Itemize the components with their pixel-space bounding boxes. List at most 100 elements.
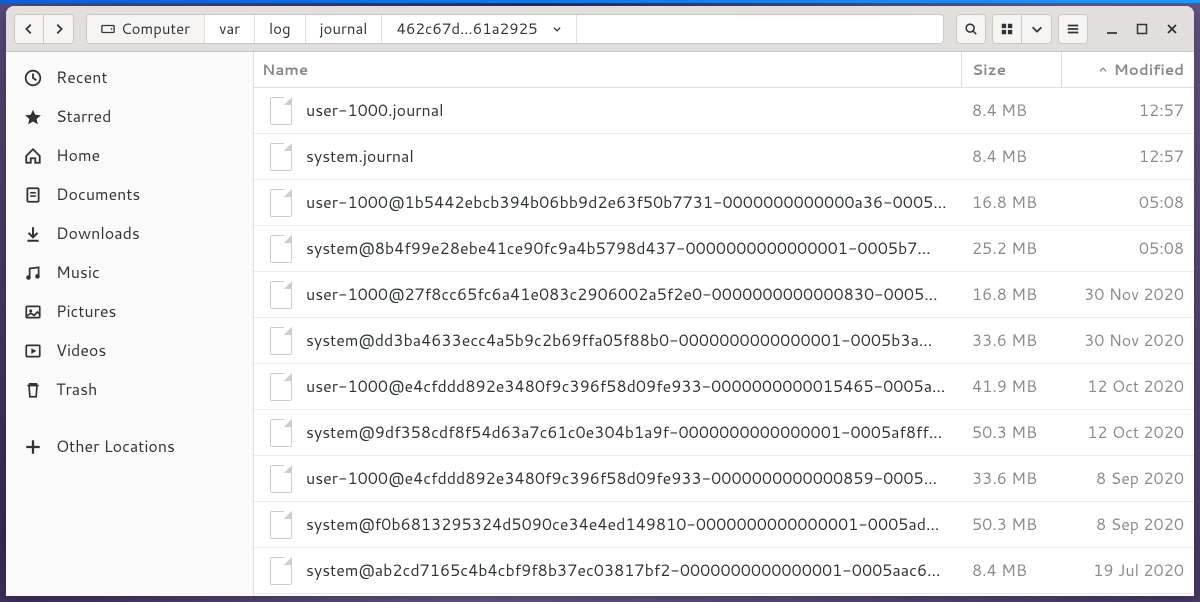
cell-modified: 12:57 [1062, 99, 1194, 122]
sidebar-item-starred[interactable]: Starred [6, 97, 253, 136]
search-button[interactable] [956, 14, 986, 44]
body: Recent Starred Home Documents Downloads Music… [6, 52, 1194, 596]
column-header-modified[interactable]: Modified [1062, 52, 1194, 87]
minimize-button[interactable] [1104, 21, 1120, 37]
table-row[interactable]: user-1000@e4cfddd892e3480f9c396f58d09fe9… [254, 364, 1194, 410]
table-row[interactable]: system@8b4f99e28ebe41ce90fc9a4b5798d437-… [254, 226, 1194, 272]
table-row[interactable]: system@dd3ba4633ecc4a5b9c2b69ffa05f88b0-… [254, 318, 1194, 364]
cell-name: user-1000@27f8cc65fc6a41e083c2906002a5f2… [254, 281, 962, 309]
view-grid-button[interactable] [992, 14, 1022, 44]
nav-buttons [14, 14, 74, 44]
chevron-right-icon [52, 22, 66, 36]
cell-size: 16.8 MB [962, 283, 1062, 306]
sidebar-item-documents[interactable]: Documents [6, 175, 253, 214]
cell-size: 50.3 MB [962, 421, 1062, 444]
table-row[interactable]: system.journal8.4 MB12:57 [254, 134, 1194, 180]
file-name: user-1000@1b5442ebcb394b06bb9d2e63f50b77… [306, 191, 947, 214]
cell-name: system@9df358cdf8f54d63a7c61c0e304b1a9f-… [254, 419, 962, 447]
cell-modified: 30 Nov 2020 [1062, 283, 1194, 306]
titlebar: Computer var log journal 462c67d…61a2925 [6, 6, 1194, 52]
file-name: system@9df358cdf8f54d63a7c61c0e304b1a9f-… [306, 421, 942, 444]
file-name: user-1000.journal [306, 99, 443, 122]
sidebar-item-videos[interactable]: Videos [6, 331, 253, 370]
cell-size: 33.6 MB [962, 467, 1062, 490]
path-seg-var[interactable]: var [205, 15, 255, 43]
file-icon [270, 281, 292, 309]
cell-modified: 8 Sep 2020 [1062, 513, 1194, 536]
cell-size: 33.6 MB [962, 329, 1062, 352]
clock-icon [24, 69, 42, 87]
file-icon [270, 511, 292, 539]
close-icon [1166, 23, 1178, 35]
cell-modified: 30 Nov 2020 [1062, 329, 1194, 352]
sidebar-item-label: Documents [56, 183, 140, 206]
path-root-label: Computer [121, 18, 190, 39]
file-name: system@f0b6813295324d5090ce34e4ed149810-… [306, 513, 939, 536]
sidebar-item-label: Starred [56, 105, 111, 128]
sidebar-item-music[interactable]: Music [6, 253, 253, 292]
sidebar-item-label: Videos [56, 339, 106, 362]
downloads-icon [24, 225, 42, 243]
cell-size: 8.4 MB [962, 99, 1062, 122]
chevron-down-icon [1030, 22, 1044, 36]
file-icon [270, 235, 292, 263]
path-seg-current[interactable]: 462c67d…61a2925 [382, 15, 576, 43]
hamburger-menu-button[interactable] [1058, 14, 1088, 44]
column-header-name[interactable]: Name [254, 52, 962, 87]
cell-size: 41.9 MB [962, 375, 1062, 398]
sidebar-item-label: Music [56, 261, 100, 284]
path-root[interactable]: Computer [87, 15, 205, 43]
path-seg-journal[interactable]: journal [306, 15, 383, 43]
plus-icon [24, 438, 42, 456]
forward-button[interactable] [44, 14, 74, 44]
column-headers: Name Size Modified [254, 52, 1194, 88]
sidebar-item-pictures[interactable]: Pictures [6, 292, 253, 331]
close-button[interactable] [1164, 21, 1180, 37]
file-rows: user-1000.journal8.4 MB12:57system.journ… [254, 88, 1194, 596]
table-row[interactable]: system@ab2cd7165c4b4cbf9f8b37ec03817bf2-… [254, 548, 1194, 594]
sidebar-item-trash[interactable]: Trash [6, 370, 253, 409]
documents-icon [24, 186, 42, 204]
file-name: system.journal [306, 145, 414, 168]
table-row[interactable]: system@9df358cdf8f54d63a7c61c0e304b1a9f-… [254, 410, 1194, 456]
file-name: system@ab2cd7165c4b4cbf9f8b37ec03817bf2-… [306, 559, 941, 582]
file-icon [270, 97, 292, 125]
view-dropdown-button[interactable] [1022, 14, 1052, 44]
sidebar-item-label: Trash [56, 378, 97, 401]
sidebar-item-downloads[interactable]: Downloads [6, 214, 253, 253]
minimize-icon [1106, 23, 1118, 35]
table-row[interactable]: user-1000@27f8cc65fc6a41e083c2906002a5f2… [254, 272, 1194, 318]
chevron-down-icon [552, 24, 562, 34]
sidebar-other-locations[interactable]: Other Locations [6, 427, 253, 466]
path-bar: Computer var log journal 462c67d…61a2925 [86, 14, 944, 44]
table-row[interactable]: user-1000@1b5442ebcb394b06bb9d2e63f50b77… [254, 180, 1194, 226]
path-seg-log[interactable]: log [255, 15, 306, 43]
path-spacer [577, 15, 943, 43]
file-manager-window: Computer var log journal 462c67d…61a2925 [6, 6, 1194, 596]
sidebar-item-label: Downloads [56, 222, 140, 245]
sidebar-item-recent[interactable]: Recent [6, 58, 253, 97]
file-icon [270, 143, 292, 171]
maximize-button[interactable] [1134, 21, 1150, 37]
trash-icon [24, 381, 42, 399]
back-button[interactable] [14, 14, 44, 44]
file-name: system@8b4f99e28ebe41ce90fc9a4b5798d437-… [306, 237, 931, 260]
file-icon [270, 557, 292, 585]
cell-modified: 8 Sep 2020 [1062, 467, 1194, 490]
table-row[interactable]: user-1000@e4cfddd892e3480f9c396f58d09fe9… [254, 456, 1194, 502]
file-icon [270, 419, 292, 447]
cell-modified: 12 Oct 2020 [1062, 375, 1194, 398]
file-icon [270, 327, 292, 355]
home-icon [24, 147, 42, 165]
file-list: Name Size Modified user-1000.journal 8.4 … [254, 52, 1194, 596]
file-icon [270, 189, 292, 217]
table-row[interactable]: user-1000.journal 8.4 MB12:57 [254, 88, 1194, 134]
cell-modified: 12:57 [1062, 145, 1194, 168]
column-header-size[interactable]: Size [962, 52, 1062, 87]
table-row[interactable]: system@f0b6813295324d5090ce34e4ed149810-… [254, 502, 1194, 548]
toolbar-right [992, 14, 1186, 44]
sort-asc-icon [1098, 65, 1108, 75]
sidebar-item-label: Recent [56, 66, 108, 89]
grid-icon [1000, 22, 1014, 36]
sidebar-item-home[interactable]: Home [6, 136, 253, 175]
